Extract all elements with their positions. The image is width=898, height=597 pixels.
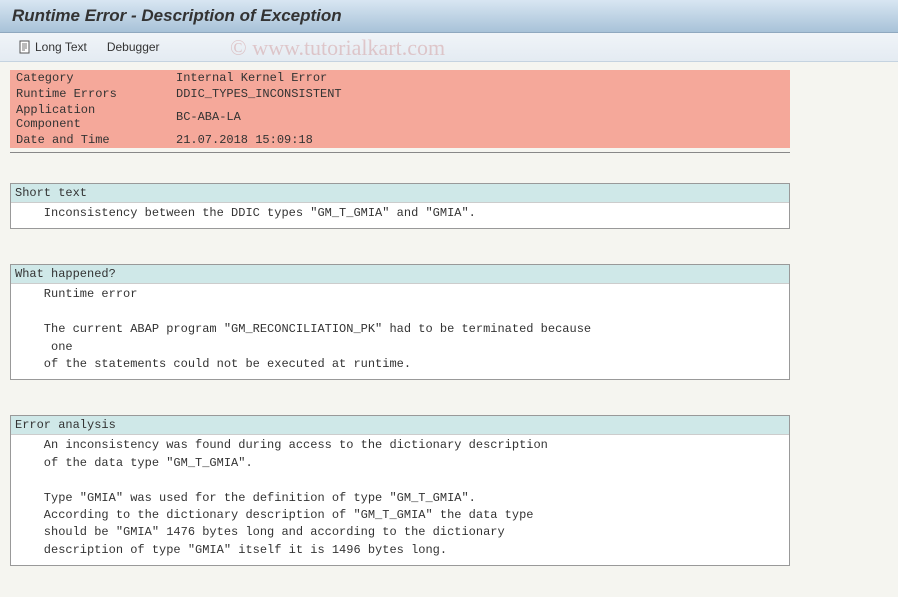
info-row-category: Category Internal Kernel Error: [10, 70, 790, 86]
section-short-text: Short text Inconsistency between the DDI…: [10, 183, 790, 229]
datetime-value: 21.07.2018 15:09:18: [170, 132, 790, 148]
document-icon: [18, 40, 32, 54]
info-row-app-component: Application Component BC-ABA-LA: [10, 102, 790, 132]
datetime-label: Date and Time: [10, 132, 170, 148]
info-row-runtime-errors: Runtime Errors DDIC_TYPES_INCONSISTENT: [10, 86, 790, 102]
category-label: Category: [10, 70, 170, 86]
debugger-button[interactable]: Debugger: [99, 37, 168, 57]
runtime-errors-label: Runtime Errors: [10, 86, 170, 102]
toolbar: Long Text Debugger: [0, 33, 898, 62]
section-error-analysis: Error analysis An inconsistency was foun…: [10, 415, 790, 566]
title-bar: Runtime Error - Description of Exception: [0, 0, 898, 33]
content-area: Category Internal Kernel Error Runtime E…: [0, 62, 898, 574]
what-happened-header: What happened?: [11, 265, 789, 284]
short-text-header: Short text: [11, 184, 789, 203]
long-text-label: Long Text: [35, 40, 87, 54]
what-happened-body: Runtime error The current ABAP program "…: [11, 284, 789, 379]
long-text-button[interactable]: Long Text: [10, 37, 95, 57]
category-value: Internal Kernel Error: [170, 70, 790, 86]
page-title: Runtime Error - Description of Exception: [12, 6, 886, 26]
info-table: Category Internal Kernel Error Runtime E…: [10, 70, 790, 148]
error-analysis-header: Error analysis: [11, 416, 789, 435]
runtime-errors-value: DDIC_TYPES_INCONSISTENT: [170, 86, 790, 102]
debugger-label: Debugger: [107, 40, 160, 54]
error-analysis-body: An inconsistency was found during access…: [11, 435, 789, 565]
info-row-datetime: Date and Time 21.07.2018 15:09:18: [10, 132, 790, 148]
app-component-value: BC-ABA-LA: [170, 102, 790, 132]
app-component-label: Application Component: [10, 102, 170, 132]
divider: [10, 152, 790, 153]
section-what-happened: What happened? Runtime error The current…: [10, 264, 790, 380]
short-text-body: Inconsistency between the DDIC types "GM…: [11, 203, 789, 228]
